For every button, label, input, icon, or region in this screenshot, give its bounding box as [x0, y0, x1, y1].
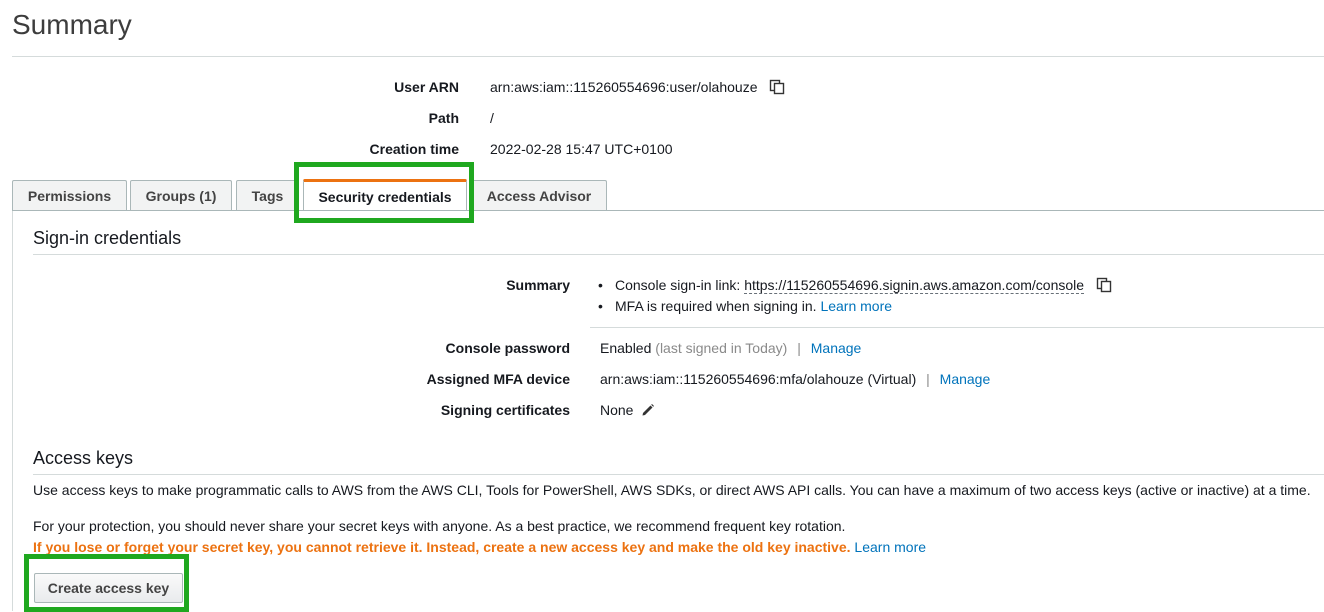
tab-permissions[interactable]: Permissions	[12, 180, 127, 210]
manage-mfa-link[interactable]: Manage	[940, 371, 991, 387]
access-keys-learn-more-link[interactable]: Learn more	[854, 539, 926, 555]
last-signed-in-note: (last signed in Today)	[655, 340, 788, 356]
highlight-box-button	[24, 554, 189, 612]
access-keys-divider	[33, 474, 1324, 475]
tab-groups[interactable]: Groups (1)	[130, 180, 232, 210]
path-label: Path	[428, 110, 459, 126]
console-link-prefix: Console sign-in link:	[615, 277, 741, 294]
title-divider	[12, 56, 1324, 57]
highlight-box-tab	[294, 162, 474, 223]
mfa-device-label: Assigned MFA device	[426, 371, 570, 387]
access-keys-description: Use access keys to make programmatic cal…	[33, 482, 1311, 498]
signin-credentials-title: Sign-in credentials	[33, 228, 182, 248]
signing-certificates-value: None	[600, 402, 634, 418]
path-value: /	[490, 110, 494, 126]
mfa-learn-more-link[interactable]: Learn more	[820, 298, 892, 314]
manage-password-link[interactable]: Manage	[811, 340, 862, 356]
console-signin-link[interactable]: https://115260554696.signin.aws.amazon.c…	[744, 277, 1085, 295]
signin-summary-label: Summary	[506, 277, 570, 293]
separator: |	[926, 371, 930, 387]
protection-text: For your protection, you should never sh…	[33, 518, 846, 534]
console-password-value: Enabled	[600, 340, 652, 356]
separator: |	[797, 340, 801, 356]
secret-key-warning: If you lose or forget your secret key, y…	[33, 539, 851, 555]
user-arn-label: User ARN	[394, 79, 459, 95]
signing-certificates-value-row: None	[600, 402, 655, 420]
access-keys-title: Access keys	[33, 448, 134, 468]
mfa-required-text: MFA is required when signing in.	[615, 298, 817, 314]
mfa-required-item: MFA is required when signing in. Learn m…	[598, 298, 892, 314]
tab-tags[interactable]: Tags	[236, 180, 299, 210]
creation-time-value: 2022-02-28 15:47 UTC+0100	[490, 141, 673, 157]
console-link-item: Console sign-in link: https://1152605546…	[598, 277, 1112, 296]
console-password-value-row: Enabled (last signed in Today) | Manage	[600, 340, 861, 356]
signin-summary-divider	[590, 327, 1324, 328]
mfa-device-value: arn:aws:iam::115260554696:mfa/olahouze (…	[600, 371, 917, 387]
page-title: Summary	[12, 9, 132, 40]
signin-divider	[33, 254, 1324, 255]
pencil-icon[interactable]	[641, 403, 655, 420]
user-arn-value: arn:aws:iam::115260554696:user/olahouze	[490, 79, 758, 96]
copy-icon[interactable]	[769, 79, 785, 98]
warning-row: If you lose or forget your secret key, y…	[33, 539, 926, 555]
console-password-label: Console password	[445, 340, 570, 356]
signing-certificates-label: Signing certificates	[440, 402, 570, 418]
mfa-device-value-row: arn:aws:iam::115260554696:mfa/olahouze (…	[600, 371, 990, 387]
copy-icon[interactable]	[1096, 277, 1112, 296]
tab-access-advisor[interactable]: Access Advisor	[471, 180, 607, 210]
creation-time-label: Creation time	[369, 141, 459, 157]
